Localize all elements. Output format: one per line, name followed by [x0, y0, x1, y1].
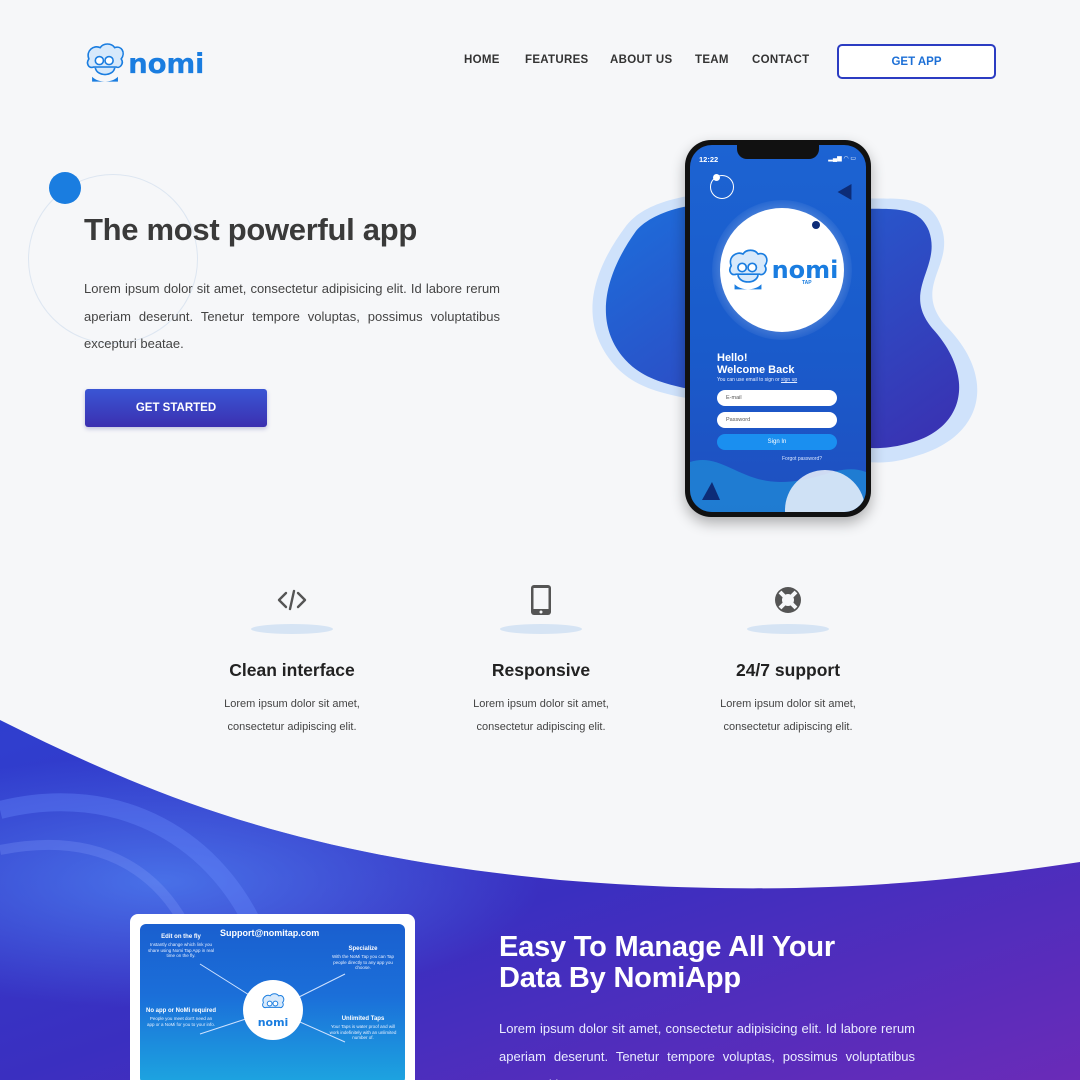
icon-shadow: [500, 624, 582, 634]
feature-title: Responsive: [491, 660, 591, 680]
phone-bottom-wave: [690, 459, 866, 512]
section-description: Lorem ipsum dolor sit amet, consectetur …: [499, 1021, 915, 1080]
feature-title: 24/7 support: [735, 660, 841, 680]
hero-title: The most powerful app: [84, 212, 417, 247]
phone-notch: [737, 145, 819, 159]
icon-shadow: [251, 624, 333, 634]
infographic-item-title: No app or NoMi required: [146, 1008, 217, 1014]
decorative-triangle: [837, 179, 859, 201]
infographic-item-title: Edit on the fly: [161, 934, 201, 940]
mascot-logo-icon: [728, 249, 768, 290]
decorative-dot: [49, 172, 81, 204]
feature-clean-interface: Clean interface Lorem ipsum dolor sit am…: [182, 578, 402, 739]
sign-in-button[interactable]: Sign In: [717, 434, 837, 450]
icon-shadow: [747, 624, 829, 634]
infographic-item-title: Specialize: [348, 946, 378, 952]
app-logo-subtext: TAP: [802, 280, 812, 286]
feature-desc-line: Lorem ipsum dolor sit amet,: [473, 698, 609, 710]
mobile-icon: [531, 585, 551, 615]
infographic-item-desc: Your Taps is water proof and will work i…: [329, 1024, 397, 1040]
feature-title: Clean interface: [229, 660, 355, 680]
mascot-logo-icon: [262, 992, 285, 1008]
nav-contact[interactable]: CONTACT: [752, 54, 809, 66]
feature-support: 24/7 support Lorem ipsum dolor sit amet,…: [678, 578, 898, 739]
logo[interactable]: nomi: [84, 36, 204, 90]
feature-responsive: Responsive Lorem ipsum dolor sit amet, c…: [431, 578, 651, 739]
hero-description: Lorem ipsum dolor sit amet, consectetur …: [84, 281, 500, 351]
section-title-line-2: Data By NomiApp: [499, 962, 741, 994]
get-app-button[interactable]: GET APP: [837, 44, 996, 79]
phone-mockup: 12:22 ▂▄▆ ◠ ▭ nomi TAP Hello! Welcome Ba…: [685, 140, 871, 517]
phone-screen: 12:22 ▂▄▆ ◠ ▭ nomi TAP Hello! Welcome Ba…: [690, 145, 866, 512]
features-infographic-card: Support@nomitap.com nomi Edit on the fly…: [130, 914, 415, 1080]
infographic-logo: nomi: [243, 980, 303, 1040]
get-started-button[interactable]: GET STARTED: [85, 389, 267, 427]
infographic-item-title: Unlimited Taps: [341, 1016, 385, 1022]
infographic-logo-text: nomi: [257, 1015, 289, 1029]
decorative-dot: [812, 221, 820, 229]
app-logo-text: nomi: [771, 256, 839, 284]
nav-home[interactable]: HOME: [464, 54, 500, 66]
mascot-logo-icon: [86, 43, 124, 82]
infographic-item-desc: People you meet don't need an app or a N…: [146, 1016, 216, 1027]
infographic-item-desc: Instantly change which link you share us…: [148, 942, 214, 958]
welcome-heading: Hello! Welcome Back: [717, 352, 794, 376]
infographic-item: Specialize With the NoMi Tap you can Tap…: [328, 946, 398, 971]
password-field[interactable]: Password: [717, 412, 837, 428]
section-title: Easy To Manage All Your Data By NomiApp: [499, 932, 835, 994]
infographic-item: Unlimited Taps Your Taps is water proof …: [328, 1016, 398, 1041]
decorative-dot: [713, 174, 720, 181]
feature-desc-line: Lorem ipsum dolor sit amet,: [720, 698, 856, 710]
infographic-item-desc: With the NoMi Tap you can Tap people dir…: [331, 954, 395, 970]
code-icon: [277, 589, 307, 611]
signin-hint: You can use email to sign or sign up: [717, 377, 797, 383]
logo-text: nomi: [128, 46, 204, 80]
welcome-line-1: Hello!: [717, 352, 748, 364]
infographic-item: No app or NoMi required People you meet …: [146, 1008, 216, 1027]
signin-hint-text: You can use email to sign or: [717, 377, 780, 383]
section-title-line-1: Easy To Manage All Your: [499, 931, 835, 963]
lifebuoy-icon: [775, 587, 801, 613]
infographic-item: Edit on the fly Instantly change which l…: [146, 934, 216, 959]
signal-wifi-battery-icon: ▂▄▆ ◠ ▭: [828, 156, 856, 162]
email-field[interactable]: E-mail: [717, 390, 837, 406]
app-logo-badge: nomi: [720, 208, 844, 332]
signup-link[interactable]: sign up: [781, 377, 797, 383]
nav-about-us[interactable]: ABOUT US: [610, 54, 672, 66]
status-time: 12:22: [699, 155, 719, 164]
welcome-line-2: Welcome Back: [717, 364, 795, 376]
feature-desc-line: Lorem ipsum dolor sit amet,: [224, 698, 360, 710]
nav-team[interactable]: TEAM: [695, 54, 729, 66]
nav-features[interactable]: FEATURES: [525, 54, 589, 66]
